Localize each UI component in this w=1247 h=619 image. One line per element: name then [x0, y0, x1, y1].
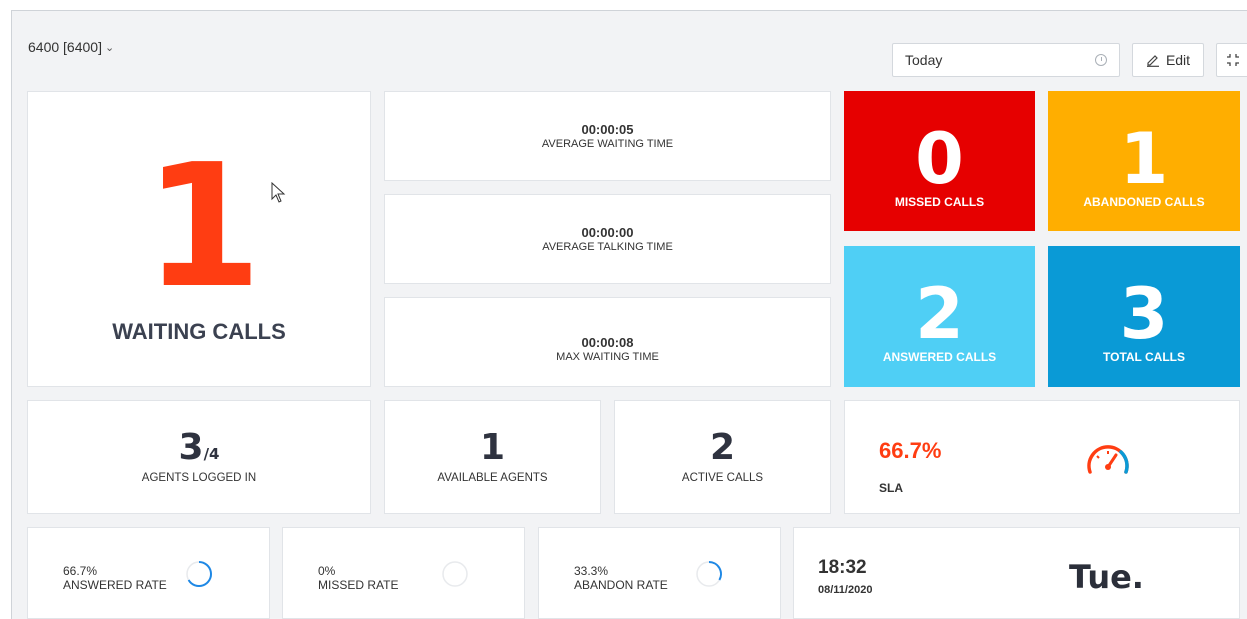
average-waiting-time-value: 00:00:05 [581, 122, 634, 137]
sla-label: SLA [879, 481, 903, 495]
chevron-down-icon: ⌄ [104, 41, 115, 54]
missed-rate-value: 0% [318, 564, 336, 578]
answered-rate-card: 66.7% ANSWERED RATE [27, 527, 270, 619]
answered-calls-label: ANSWERED CALLS [882, 350, 997, 364]
edit-button[interactable]: Edit [1132, 43, 1204, 77]
answered-calls-tile: 2 ANSWERED CALLS [844, 246, 1035, 387]
missed-rate-ring [442, 561, 468, 587]
sla-card: 66.7% SLA [844, 400, 1240, 514]
missed-calls-tile: 0 MISSED CALLS [844, 91, 1035, 231]
average-talking-time-value: 00:00:00 [581, 225, 634, 240]
average-waiting-time-label: AVERAGE WAITING TIME [541, 138, 674, 150]
agents-logged-in-count: 3 [178, 427, 204, 468]
active-calls-card: 2 ACTIVE CALLS [614, 400, 831, 514]
agents-logged-in-value: 3/4 [179, 430, 220, 466]
abandoned-calls-label: ABANDONED CALLS [1083, 195, 1205, 209]
max-waiting-time-value: 00:00:08 [581, 335, 634, 350]
missed-calls-label: MISSED CALLS [894, 195, 985, 209]
available-agents-card: 1 AVAILABLE AGENTS [384, 400, 601, 514]
abandoned-calls-value: 1 [1119, 118, 1169, 200]
active-calls-value: 2 [709, 427, 736, 468]
date-range-select[interactable]: Today [892, 43, 1120, 77]
queue-label: 6400 [6400] [28, 39, 102, 55]
ring-progress [708, 561, 722, 581]
clock-date: 08/11/2020 [818, 584, 873, 596]
agents-logged-in-card: 3/4 AGENTS LOGGED IN [27, 400, 371, 514]
speedometer-icon [1087, 445, 1129, 474]
ring-track [442, 561, 468, 587]
total-calls-label: TOTAL CALLS [1103, 350, 1185, 364]
missed-calls-value: 0 [915, 118, 964, 200]
fullscreen-button[interactable] [1216, 43, 1247, 77]
date-range-value: Today [905, 52, 943, 68]
agents-logged-in-label: AGENTS LOGGED IN [141, 472, 257, 484]
waiting-calls-label: WAITING CALLS [112, 319, 286, 344]
available-agents-label: AVAILABLE AGENTS [437, 472, 548, 484]
pencil-icon [1146, 55, 1159, 67]
active-calls-label: ACTIVE CALLS [681, 472, 764, 484]
average-talking-time-label: AVERAGE TALKING TIME [542, 241, 673, 253]
abandon-rate-label: ABANDON RATE [574, 578, 668, 592]
sla-value: 66.7% [879, 438, 942, 463]
available-agents-value: 1 [479, 427, 506, 468]
clock-day: Tue. [1069, 558, 1144, 596]
abandoned-calls-tile: 1 ABANDONED CALLS [1048, 91, 1240, 231]
clock-time: 18:32 [818, 557, 867, 578]
max-waiting-time-card: 00:00:08 MAX WAITING TIME [384, 297, 831, 387]
max-waiting-time-label: MAX WAITING TIME [556, 351, 659, 363]
queue-selector[interactable]: 6400 [6400] ⌄ [28, 39, 114, 55]
waiting-calls-card: 1 WAITING CALLS [27, 91, 371, 387]
total-calls-value: 3 [1119, 273, 1169, 355]
missed-rate-card: 0% MISSED RATE [282, 527, 525, 619]
waiting-calls-value: 1 [143, 128, 262, 326]
abandon-rate-value: 33.3% [574, 564, 609, 578]
abandon-rate-ring [696, 561, 722, 587]
average-waiting-time-card: 00:00:05 AVERAGE WAITING TIME [384, 91, 831, 181]
missed-rate-label: MISSED RATE [318, 578, 399, 592]
clock-card: 18:32 08/11/2020 Tue. [793, 527, 1240, 619]
abandon-rate-card: 33.3% ABANDON RATE [538, 527, 781, 619]
clock-icon [1095, 54, 1107, 66]
answered-rate-ring [186, 561, 212, 587]
mouse-pointer-icon [271, 182, 286, 203]
answered-calls-value: 2 [915, 273, 964, 355]
answered-rate-value: 66.7% [63, 564, 98, 578]
fullscreen-icon [1227, 54, 1239, 66]
agents-total: /4 [203, 445, 220, 463]
ring-progress [187, 561, 212, 587]
total-calls-tile: 3 TOTAL CALLS [1048, 246, 1240, 387]
edit-label: Edit [1165, 52, 1191, 68]
answered-rate-label: ANSWERED RATE [63, 578, 167, 592]
average-talking-time-card: 00:00:00 AVERAGE TALKING TIME [384, 194, 831, 284]
